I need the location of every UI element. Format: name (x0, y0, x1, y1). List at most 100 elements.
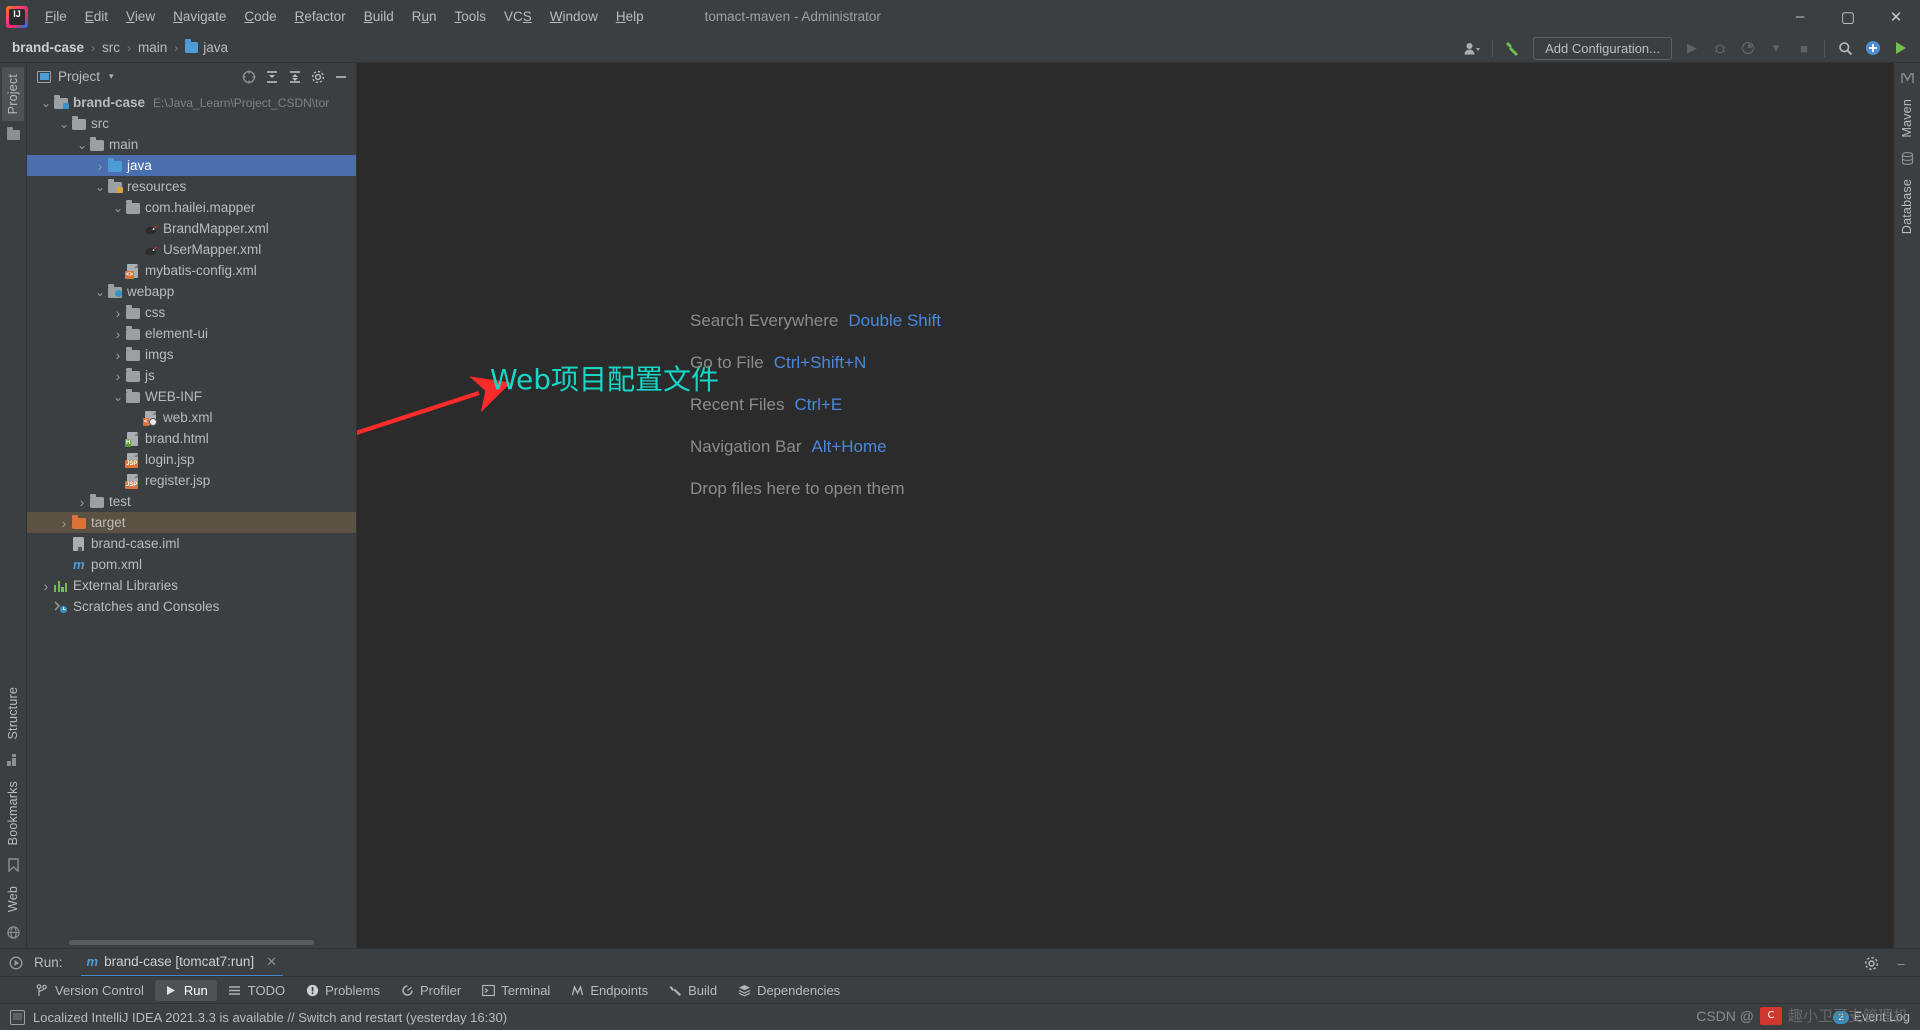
breadcrumb-item-brand-case[interactable]: brand-case (12, 40, 84, 55)
ide-status-icon[interactable] (1888, 36, 1914, 60)
run-settings-gear-icon[interactable] (1858, 951, 1884, 975)
notification-icon[interactable] (10, 1009, 25, 1025)
status-message[interactable]: Localized IntelliJ IDEA 2021.3.3 is avai… (33, 1010, 507, 1025)
run-hide-icon[interactable]: – (1888, 951, 1914, 975)
run-configuration-tab[interactable]: m brand-case [tomcat7:run] ✕ (80, 949, 284, 977)
menu-item-navigate[interactable]: Navigate (164, 6, 235, 27)
chevron-right-icon[interactable]: › (93, 158, 107, 174)
tree-node-usermapper-xml[interactable]: · UserMapper.xml (27, 239, 356, 260)
rail-tab-web[interactable]: Web (2, 879, 24, 919)
tree-node-main[interactable]: ⌄ main (27, 134, 356, 155)
tree-node-login-jsp[interactable]: ·JSP login.jsp (27, 449, 356, 470)
menu-item-file[interactable]: File (36, 6, 76, 27)
chevron-right-icon[interactable]: › (57, 515, 71, 531)
chevron-right-icon[interactable]: › (111, 368, 125, 384)
tree-node-test[interactable]: › test (27, 491, 356, 512)
hammer-icon[interactable] (1500, 36, 1526, 60)
bottom-tab-run[interactable]: Run (154, 979, 217, 1001)
run-with-coverage-button[interactable] (1735, 36, 1761, 60)
bottom-tab-endpoints[interactable]: Endpoints (561, 980, 657, 1001)
menu-item-run[interactable]: Run (403, 6, 446, 27)
tree-node-resources[interactable]: ⌄ resources (27, 176, 356, 197)
tree-node-web-xml[interactable]: ·< web.xml (27, 407, 356, 428)
bookmark-icon[interactable] (5, 857, 22, 874)
add-configuration-button[interactable]: Add Configuration... (1533, 36, 1672, 60)
tree-node-css[interactable]: › css (27, 302, 356, 323)
select-opened-file-icon[interactable] (238, 66, 260, 88)
close-button[interactable]: ✕ (1872, 0, 1920, 33)
close-tab-icon[interactable]: ✕ (266, 954, 277, 970)
menu-item-window[interactable]: Window (541, 6, 607, 27)
expand-all-icon[interactable] (261, 66, 283, 88)
chevron-right-icon[interactable]: › (39, 578, 53, 594)
tree-node-external-libraries[interactable]: › External Libraries (27, 575, 356, 596)
chevron-down-icon[interactable]: ⌄ (111, 391, 125, 403)
structure-icon[interactable] (5, 752, 22, 769)
user-account-icon[interactable] (1459, 36, 1485, 60)
database-icon[interactable] (1899, 150, 1916, 167)
menu-item-view[interactable]: View (117, 6, 164, 27)
bottom-tab-todo[interactable]: TODO (219, 980, 294, 1001)
menu-item-help[interactable]: Help (607, 6, 653, 27)
rail-tab-project[interactable]: Project (2, 67, 24, 122)
run-button[interactable]: ▶ (1679, 36, 1705, 60)
settings-gear-icon[interactable] (307, 66, 329, 88)
tree-node-element-ui[interactable]: › element-ui (27, 323, 356, 344)
menu-item-vcs[interactable]: VCS (495, 6, 541, 27)
chevron-right-icon[interactable]: › (111, 347, 125, 363)
tree-node-webapp[interactable]: ⌄ webapp (27, 281, 356, 302)
tree-node-java[interactable]: › java (27, 155, 356, 176)
updates-available-icon[interactable] (1860, 36, 1886, 60)
debug-button[interactable] (1707, 36, 1733, 60)
chevron-down-icon[interactable]: ▾ (109, 71, 114, 82)
menu-item-edit[interactable]: Edit (76, 6, 117, 27)
chevron-down-icon[interactable]: ⌄ (75, 139, 89, 151)
collapse-all-icon[interactable] (284, 66, 306, 88)
chevron-down-icon[interactable]: ⌄ (57, 118, 71, 130)
tree-node-imgs[interactable]: › imgs (27, 344, 356, 365)
chevron-right-icon[interactable]: › (111, 326, 125, 342)
chevron-down-icon[interactable]: ⌄ (111, 202, 125, 214)
breadcrumb-item-src[interactable]: src (102, 40, 120, 55)
chevron-down-icon[interactable]: ⌄ (93, 181, 107, 193)
minimize-button[interactable]: – (1776, 0, 1824, 33)
bottom-tab-version-control[interactable]: Version Control (26, 980, 153, 1001)
tree-node-brand-case[interactable]: ⌄ brand-case E:\Java_Learn\Project_CSDN\to… (27, 92, 356, 113)
hide-panel-icon[interactable] (330, 66, 352, 88)
more-run-options-icon[interactable]: ▾ (1763, 36, 1789, 60)
bottom-tab-terminal[interactable]: Terminal (472, 980, 559, 1001)
project-horizontal-scrollbar[interactable] (27, 937, 356, 948)
bottom-tab-profiler[interactable]: Profiler (391, 980, 470, 1001)
menu-item-build[interactable]: Build (355, 6, 403, 27)
chevron-right-icon[interactable]: › (75, 494, 89, 510)
maven-icon[interactable] (1899, 70, 1916, 87)
maximize-button[interactable]: ▢ (1824, 0, 1872, 33)
menu-item-code[interactable]: Code (235, 6, 285, 27)
chevron-right-icon[interactable]: › (111, 305, 125, 321)
rail-tab-structure[interactable]: Structure (2, 680, 24, 747)
tree-node-brandmapper-xml[interactable]: · BrandMapper.xml (27, 218, 356, 239)
menu-item-tools[interactable]: Tools (446, 6, 496, 27)
search-icon[interactable] (1832, 36, 1858, 60)
tree-node-web-inf[interactable]: ⌄ WEB-INF (27, 386, 356, 407)
tree-node-brand-case-iml[interactable]: · brand-case.iml (27, 533, 356, 554)
breadcrumb-item-main[interactable]: main (138, 40, 167, 55)
bottom-tab-problems[interactable]: Problems (296, 980, 389, 1001)
breadcrumb-item-java[interactable]: java (185, 39, 228, 55)
project-tree[interactable]: ⌄ brand-case E:\Java_Learn\Project_CSDN\to… (27, 90, 356, 937)
tree-node-register-jsp[interactable]: ·JSP register.jsp (27, 470, 356, 491)
chevron-down-icon[interactable]: ⌄ (39, 97, 53, 109)
bottom-tab-build[interactable]: Build (659, 980, 726, 1001)
rail-tab-database[interactable]: Database (1896, 172, 1918, 241)
tree-node-target[interactable]: › target (27, 512, 356, 533)
folder-icon[interactable] (5, 126, 22, 143)
tree-node-pom-xml[interactable]: ·m pom.xml (27, 554, 356, 575)
tree-node-scratches-and-consoles[interactable]: · Scratches and Consoles (27, 596, 356, 617)
tree-node-com-hailei-mapper[interactable]: ⌄ com.hailei.mapper (27, 197, 356, 218)
tree-node-brand-html[interactable]: ·Hbrand.html (27, 428, 356, 449)
tree-node-js[interactable]: › js (27, 365, 356, 386)
rail-tab-maven[interactable]: Maven (1896, 92, 1918, 145)
web-icon[interactable] (5, 924, 22, 941)
menu-item-refactor[interactable]: Refactor (286, 6, 355, 27)
stop-button[interactable]: ■ (1791, 36, 1817, 60)
